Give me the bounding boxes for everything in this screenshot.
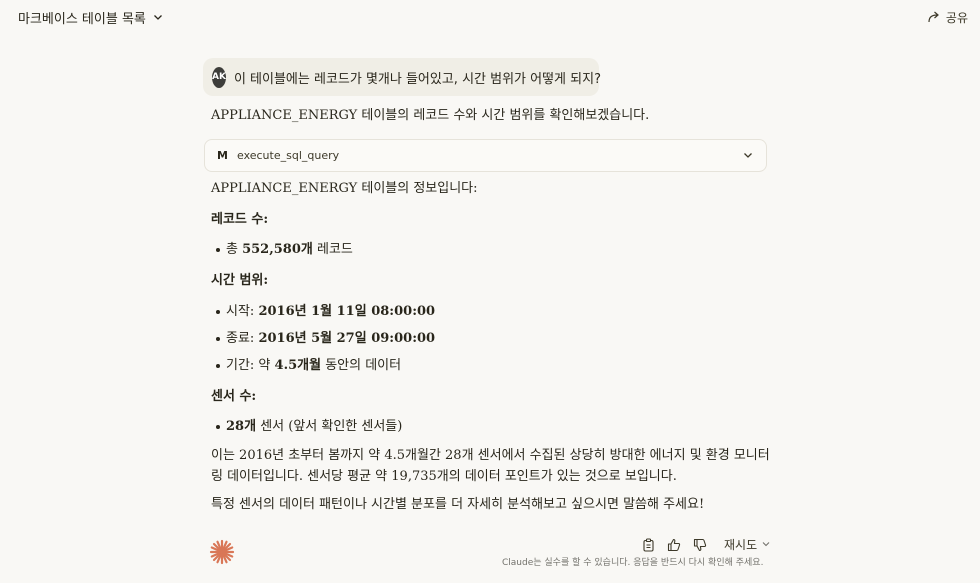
summary-line-2: 링 데이터입니다. 센서당 평균 약 19,735개의 데이터 포인트가 있는 … xyxy=(211,469,677,484)
chevron-down-icon xyxy=(152,11,164,23)
chevron-down-icon xyxy=(761,538,771,552)
bullet-dot xyxy=(216,364,220,368)
user-message-text: 이 테이블에는 레코드가 몇개나 들어있고, 시간 범위가 어떻게 되지? xyxy=(233,71,601,87)
sensor-item: 28개 센서 (앞서 확인한 센서들) xyxy=(226,419,403,434)
time-item-start: 시작: 2016년 1월 11일 08:00:00 xyxy=(226,304,436,319)
top-bar: 마크베이스 테이블 목록 공유 xyxy=(0,0,980,34)
time-item-end: 종료: 2016년 5월 27일 09:00:00 xyxy=(226,331,436,346)
time-item-duration: 기간: 약 4.5개월 동안의 데이터 xyxy=(226,358,402,373)
thumbs-down-icon[interactable] xyxy=(692,537,708,553)
retry-label: 재시도 xyxy=(724,538,758,552)
conversation-title: 마크베이스 테이블 목록 xyxy=(18,11,146,27)
disclaimer-text: Claude는 실수를 할 수 있습니다. 응답을 반드시 다시 확인해 주세요… xyxy=(502,558,764,568)
message-actions: 재시도 xyxy=(640,536,771,553)
retry-button[interactable]: 재시도 xyxy=(724,536,771,553)
share-button[interactable]: 공유 xyxy=(927,9,968,26)
tool-call-expander[interactable]: M execute_sql_query xyxy=(204,139,767,172)
time-heading: 시간 범위: xyxy=(211,273,269,288)
closing-line: 특정 센서의 데이터 패턴이나 시간별 분포를 더 자세히 분석해보고 싶으시면… xyxy=(211,497,705,512)
bullet-dot xyxy=(216,248,220,252)
thumbs-up-icon[interactable] xyxy=(666,537,682,553)
user-message: AK 이 테이블에는 레코드가 몇개나 들어있고, 시간 범위가 어떻게 되지? xyxy=(203,58,601,96)
records-item: 총 552,580개 레코드 xyxy=(226,242,353,257)
bullet-dot xyxy=(216,310,220,314)
avatar[interactable]: AK xyxy=(212,66,226,88)
claude-logo-icon xyxy=(209,539,235,569)
share-label: 공유 xyxy=(945,10,968,25)
bullet-dot xyxy=(216,337,220,341)
bullet-dot xyxy=(216,425,220,429)
chevron-down-icon xyxy=(742,146,754,165)
conversation-title-dropdown[interactable]: 마크베이스 테이블 목록 xyxy=(18,8,164,27)
sensor-heading: 센서 수: xyxy=(211,389,257,404)
tool-call-name: execute_sql_query xyxy=(237,149,340,162)
summary-line-1: 이는 2016년 초부터 봄까지 약 4.5개월간 28개 센서에서 수집된 상… xyxy=(211,448,770,463)
records-heading: 레코드 수: xyxy=(211,212,269,227)
share-arrow-icon xyxy=(927,10,941,24)
copy-icon[interactable] xyxy=(640,537,656,553)
tool-server-icon: M xyxy=(217,149,228,162)
info-line: APPLIANCE_ENERGY 테이블의 정보입니다: xyxy=(211,181,478,196)
assistant-intro: APPLIANCE_ENERGY 테이블의 레코드 수와 시간 범위를 확인해보… xyxy=(211,108,650,123)
